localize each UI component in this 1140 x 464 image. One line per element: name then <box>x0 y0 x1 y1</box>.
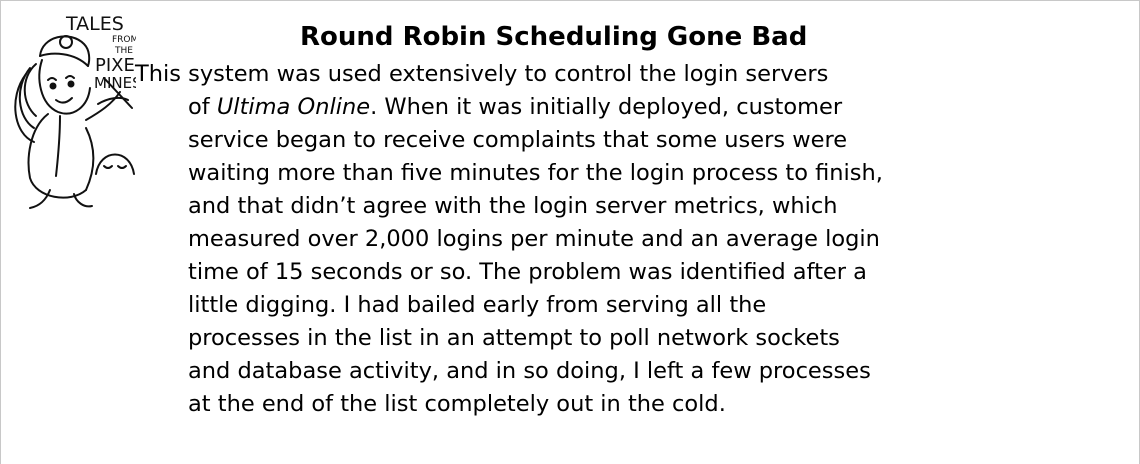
sidebar-title: Round Robin Scheduling Gone Bad <box>300 22 808 52</box>
body-line-4: waiting more than five minutes for the l… <box>188 160 883 186</box>
body-line-2-start: of <box>188 94 217 120</box>
body-line-6: measured over 2,000 logins per minute an… <box>188 226 880 252</box>
body-line-1: This system was used extensively to cont… <box>135 61 829 87</box>
body-line-10: and database activity, and in so doing, … <box>188 358 871 384</box>
game-title: Ultima Online <box>216 94 371 120</box>
sidebar-body: This system was used extensively to cont… <box>135 58 1135 421</box>
body-line-9: processes in the list in an attempt to p… <box>188 325 840 351</box>
body-line-8: little digging. I had bailed early from … <box>188 292 767 318</box>
tales-from-the-pixel-mines-logo: TALES FROM THE PIXEL MINES <box>0 8 136 212</box>
body-line-5: and that didn’t agree with the login ser… <box>188 193 838 219</box>
body-line-2-end: . When it was initially deployed, custom… <box>370 94 843 120</box>
body-line-11: at the end of the list completely out in… <box>188 391 726 417</box>
logo-word-pixel: PIXEL <box>95 55 136 76</box>
body-line-3: service began to receive complaints that… <box>188 127 848 153</box>
body-line-7: time of 15 seconds or so. The problem wa… <box>188 259 867 285</box>
logo-word-tales: TALES <box>65 13 124 35</box>
logo-word-from: FROM <box>112 35 136 45</box>
logo-word-mines: MINES <box>94 74 136 92</box>
body-line-2: of Ultima Online. When it was initially … <box>188 91 1135 124</box>
